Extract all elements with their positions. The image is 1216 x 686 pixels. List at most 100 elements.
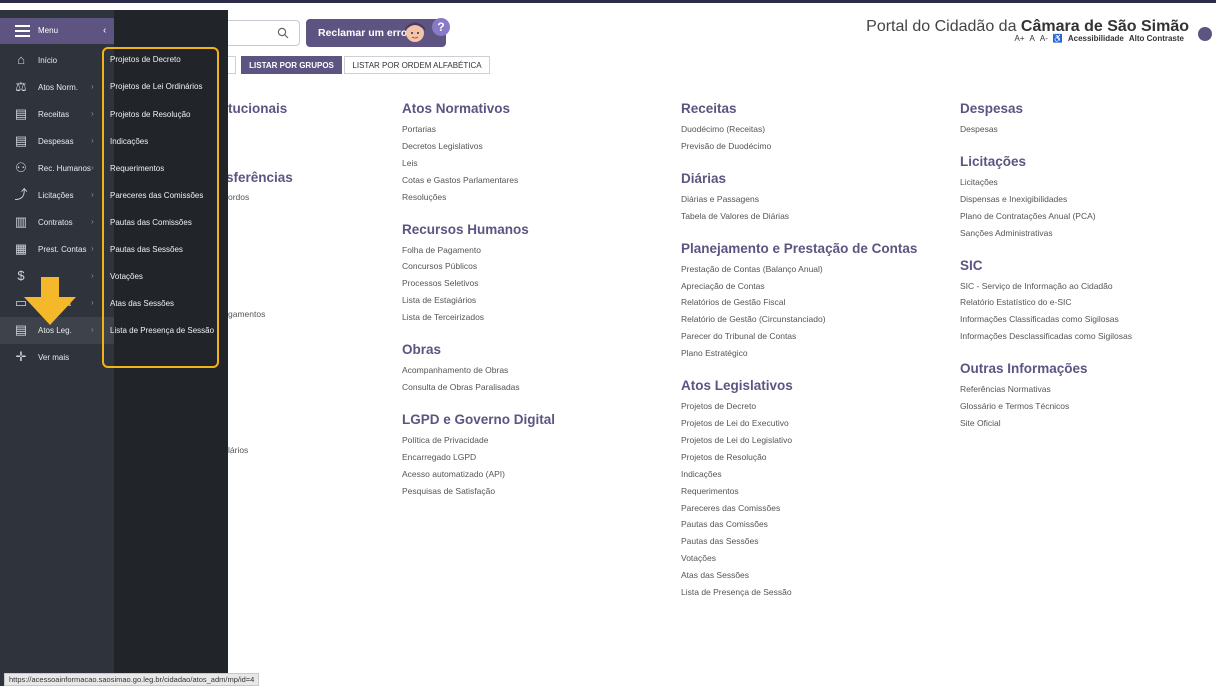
link[interactable]: Encarregado LGPD (402, 449, 555, 466)
link[interactable]: Leis (402, 155, 555, 172)
top-border (0, 0, 1216, 3)
submenu-item[interactable]: Requerimentos (110, 164, 164, 173)
submenu-item[interactable]: Indicações (110, 137, 148, 146)
link[interactable]: Prestação de Contas (Balanço Anual) (681, 261, 917, 278)
submenu-item[interactable]: Atas das Sessões (110, 299, 174, 308)
link[interactable]: Cotas e Gastos Parlamentares (402, 172, 555, 189)
sidebar-item-inicio[interactable]: ⌂ Início (0, 47, 114, 74)
font-increase-button[interactable]: A+ (1015, 34, 1025, 43)
section-title-partial: sferências (226, 170, 293, 185)
search-icon[interactable] (277, 27, 289, 39)
column-4: Despesas Despesas Licitações Licitações … (960, 101, 1132, 448)
link[interactable]: Processos Seletivos (402, 275, 555, 292)
link[interactable]: Pareceres das Comissões (681, 500, 917, 517)
link[interactable]: Duodécimo (Receitas) (681, 121, 917, 138)
link[interactable]: Folha de Pagamento (402, 242, 555, 259)
link[interactable]: Política de Privacidade (402, 432, 555, 449)
sidebar-item-atos-norm[interactable]: ⚖ Atos Norm. › (0, 74, 114, 101)
link[interactable]: Pesquisas de Satisfação (402, 483, 555, 500)
link[interactable]: Relatório Estatístico do e-SIC (960, 294, 1132, 311)
link[interactable]: Parecer do Tribunal de Contas (681, 328, 917, 345)
link[interactable]: Diárias e Passagens (681, 191, 917, 208)
link[interactable]: SIC - Serviço de Informação ao Cidadão (960, 278, 1132, 295)
link[interactable]: Glossário e Termos Técnicos (960, 398, 1132, 415)
document-icon: ▥ (14, 214, 28, 229)
link[interactable]: Tabela de Valores de Diárias (681, 208, 917, 225)
link[interactable]: Consulta de Obras Paralisadas (402, 379, 555, 396)
section-obras: Obras Acompanhamento de Obras Consulta d… (402, 342, 555, 396)
link[interactable]: Pautas das Sessões (681, 533, 917, 550)
sidebar-item-licitacoes[interactable]: ⤴ Licitações › (0, 182, 114, 209)
submenu-item[interactable]: Projetos de Decreto (110, 55, 181, 64)
sidebar-item-contratos[interactable]: ▥ Contratos › (0, 209, 114, 236)
submenu-item[interactable]: Pareceres das Comissões (110, 191, 203, 200)
tab-list-alphabetical[interactable]: LISTAR POR ORDEM ALFABÉTICA (344, 56, 490, 74)
submenu-item[interactable]: Lista de Presença de Sessão (110, 326, 214, 335)
search-input[interactable] (226, 20, 300, 46)
link[interactable]: Portarias (402, 121, 555, 138)
link[interactable]: Relatório de Gestão (Circunstanciado) (681, 311, 917, 328)
link[interactable]: Atas das Sessões (681, 567, 917, 584)
link[interactable]: Projetos de Resolução (681, 449, 917, 466)
link-partial[interactable]: ordos (228, 192, 249, 202)
tab-list-by-groups[interactable]: LISTAR POR GRUPOS (241, 56, 342, 74)
sidebar-item-ver-mais[interactable]: ✛ Ver mais (0, 344, 114, 371)
link-partial[interactable]: gamentos (228, 309, 265, 319)
link[interactable]: Projetos de Decreto (681, 398, 917, 415)
font-normal-button[interactable]: A (1030, 34, 1035, 43)
sidebar-item-prest-contas[interactable]: ▦ Prest. Contas › (0, 236, 114, 263)
link[interactable]: Lista de Terceirizados (402, 309, 555, 326)
link[interactable]: Informações Classificadas como Sigilosas (960, 311, 1132, 328)
collapse-menu-icon[interactable]: ‹ (103, 25, 106, 36)
report-icon: ▦ (14, 241, 28, 256)
link[interactable]: Projetos de Lei do Legislativo (681, 432, 917, 449)
sidebar-item-receitas[interactable]: ▤ Receitas › (0, 101, 114, 128)
high-contrast-button[interactable]: Alto Contraste (1129, 34, 1184, 43)
submenu-item[interactable]: Projetos de Resolução (110, 110, 191, 119)
link[interactable]: Previsão de Duodécimo (681, 138, 917, 155)
link[interactable]: Referências Normativas (960, 381, 1132, 398)
user-icon[interactable] (1198, 27, 1212, 41)
accessibility-link[interactable]: Acessibilidade (1068, 34, 1124, 43)
link[interactable]: Site Oficial (960, 415, 1132, 432)
section-diarias: Diárias Diárias e Passagens Tabela de Va… (681, 171, 917, 225)
submenu-item[interactable]: Pautas das Sessões (110, 245, 183, 254)
help-button[interactable]: ? (432, 18, 450, 36)
report-error-button[interactable]: Reclamar um erro (306, 19, 446, 47)
link[interactable]: Requerimentos (681, 483, 917, 500)
link[interactable]: Votações (681, 550, 917, 567)
link[interactable]: Concursos Públicos (402, 258, 555, 275)
font-decrease-button[interactable]: A- (1040, 34, 1048, 43)
submenu-item[interactable]: Votações (110, 272, 143, 281)
submenu-item[interactable]: Pautas das Comissões (110, 218, 192, 227)
link[interactable]: Projetos de Lei do Executivo (681, 415, 917, 432)
sidebar-item-despesas[interactable]: ▤ Despesas › (0, 128, 114, 155)
link[interactable]: Lista de Estagiários (402, 292, 555, 309)
link[interactable]: Plano Estratégico (681, 345, 917, 362)
link[interactable]: Despesas (960, 121, 1132, 138)
link[interactable]: Pautas das Comissões (681, 516, 917, 533)
link[interactable]: Resoluções (402, 189, 555, 206)
link[interactable]: Relatórios de Gestão Fiscal (681, 294, 917, 311)
submenu-item[interactable]: Projetos de Lei Ordinários (110, 82, 203, 91)
menu-header[interactable]: Menu ‹ (0, 18, 114, 44)
section-title: Atos Legislativos (681, 378, 793, 394)
link[interactable]: Apreciação de Contas (681, 278, 917, 295)
sidebar-item-rec-humanos[interactable]: ⚇ Rec. Humanos › (0, 155, 114, 182)
link[interactable]: Plano de Contratações Anual (PCA) (960, 208, 1132, 225)
link[interactable]: Acompanhamento de Obras (402, 362, 555, 379)
link-partial[interactable]: lários (228, 445, 248, 455)
section-lgpd: LGPD e Governo Digital Política de Priva… (402, 412, 555, 500)
link[interactable]: Indicações (681, 466, 917, 483)
link[interactable]: Dispensas e Inexigibilidades (960, 191, 1132, 208)
link[interactable]: Lista de Presença de Sessão (681, 584, 917, 601)
link[interactable]: Informações Desclassificadas como Sigilo… (960, 328, 1132, 345)
link[interactable]: Sanções Administrativas (960, 225, 1132, 242)
section-title: Recursos Humanos (402, 221, 529, 237)
section-outras-informacoes: Outras Informações Referências Normativa… (960, 361, 1132, 432)
link[interactable]: Acesso automatizado (API) (402, 466, 555, 483)
link[interactable]: Licitações (960, 174, 1132, 191)
link[interactable]: Decretos Legislativos (402, 138, 555, 155)
section-title: Licitações (960, 153, 1027, 169)
hamburger-icon[interactable] (15, 25, 30, 37)
